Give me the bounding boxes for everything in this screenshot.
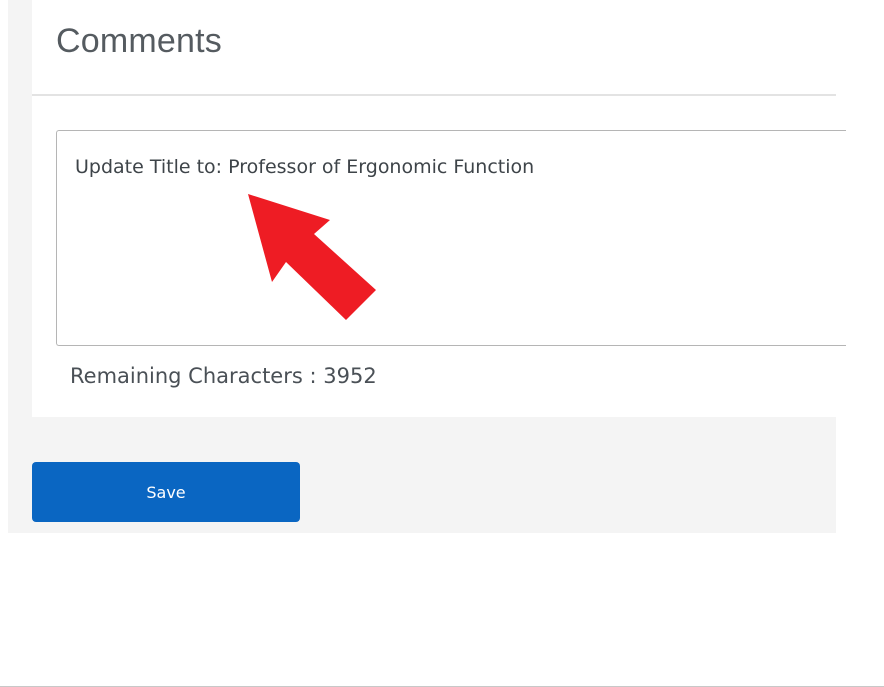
section-divider: [32, 94, 836, 96]
arrow-pointer-icon: [248, 194, 376, 320]
save-button[interactable]: Save: [32, 462, 300, 522]
page: Comments Update Title to: Professor of E…: [0, 0, 884, 687]
comments-card: Comments Update Title to: Professor of E…: [32, 0, 846, 417]
comment-text-value: Update Title to: Professor of Ergonomic …: [75, 156, 535, 178]
red-arrow-icon: [248, 194, 376, 320]
remaining-characters-label: Remaining Characters : 3952: [70, 364, 377, 388]
comments-title: Comments: [56, 22, 222, 60]
comment-textarea[interactable]: Update Title to: Professor of Ergonomic …: [56, 130, 846, 346]
